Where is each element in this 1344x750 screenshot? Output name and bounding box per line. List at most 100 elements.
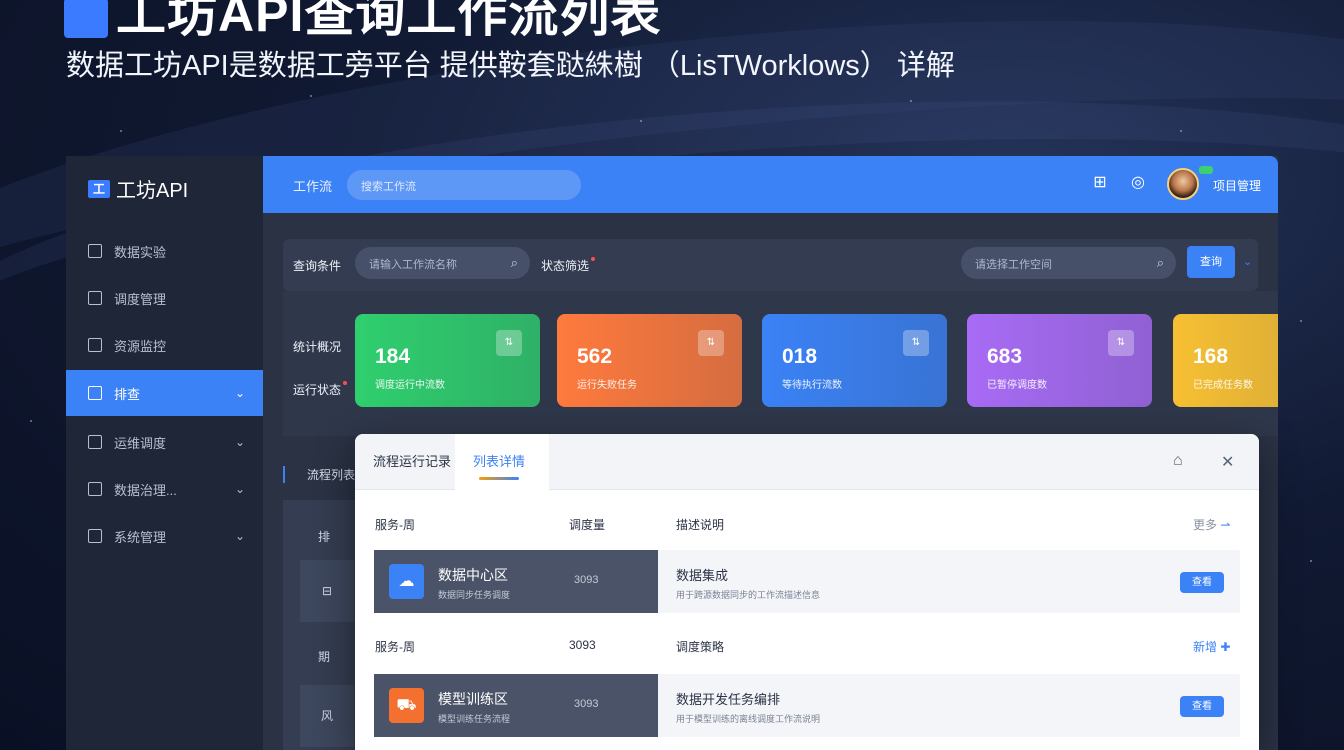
stat-value: 168 [1193,345,1229,368]
more-link[interactable]: 更多 ⇀ [1193,516,1230,533]
stat-card[interactable]: 683 已暂停调度数 ⇅ [967,314,1152,407]
tab-list-details[interactable]: 列表详情 [455,434,549,490]
sidebar-item-label: 排查 [114,386,141,402]
row-title: 模型训练区 [438,691,508,707]
row-subtitle: 模型训练任务流程 [438,714,511,724]
plus-square-icon [88,482,102,496]
view-button[interactable]: 查看 [1180,696,1224,717]
status-badge [1199,166,1213,174]
sidebar-item-label: 系统管理 [114,529,167,545]
row-title: 数据中心区 [438,567,508,583]
sidebar-item-data-lab[interactable]: 数据实验 [66,229,263,273]
sidebar-item-ops[interactable]: 运维调度 ⌄ [66,420,263,464]
required-dot [591,257,596,261]
background-star [640,120,642,122]
close-icon[interactable]: ✕ [1221,452,1234,472]
filter-label: 查询条件 [293,259,342,273]
monitor-icon [88,291,102,305]
sidebar-item-label: 调度管理 [114,291,167,307]
chevron-down-icon: ⌄ [234,482,245,496]
sidebar-item-label: 资源监控 [114,338,167,354]
sidebar-item-label: 运维调度 [114,435,167,451]
pin-icon[interactable]: ⌂ [1173,452,1183,470]
list-item[interactable]: 排 [318,528,330,545]
settings-icon [88,529,102,543]
chevron-down-icon: ⌄ [234,435,245,449]
workspace-select-input[interactable]: 请选择工作空间 ⌕ [961,247,1176,279]
chart-icon [88,338,102,352]
search-icon[interactable]: ⌕ [1157,255,1164,271]
status-filter-label: 状态筛选 [541,259,590,273]
stats-label: 统计概况 [293,340,342,354]
stats-label: 运行状态 [293,381,348,398]
background-star [120,130,122,132]
workflow-search-input[interactable]: 请输入工作流名称 ⌕ [355,247,530,279]
background-star [1180,130,1182,132]
topbar-label: 工作流 [293,179,333,194]
stat-label: 调度运行中流数 [375,380,445,391]
row-name-cell: ☁ 数据中心区 数据同步任务调度 3093 [374,550,658,613]
flow-list-box: 排 ⊟ 期 风 [283,500,355,750]
filter-bar: 查询条件 请输入工作流名称 ⌕ 状态筛选 请选择工作空间 ⌕ 查询 ⌄ [283,239,1258,291]
table-row[interactable]: ☁ 数据中心区 数据同步任务调度 3093 数据集成 用于跨源数据同步的工作流描… [374,550,1240,613]
row-description: 数据集成 [676,568,729,583]
query-button[interactable]: 查询 [1187,246,1235,278]
sidebar-item-system[interactable]: 系统管理 ⌄ [66,514,263,558]
stat-label: 已暂停调度数 [987,380,1047,391]
table-row[interactable]: ⛟ 模型训练区 模型训练任务流程 3093 数据开发任务编排 用于模型训练的离线… [374,674,1240,737]
stats-section: 统计概况 运行状态 184 调度运行中流数 ⇅ 562 运行失败任务 ⇅ 018… [283,291,1278,436]
help-icon[interactable]: ◎ [1129,174,1147,192]
user-name[interactable]: 项目管理 [1213,177,1261,194]
chart-icon: ⇅ [903,330,929,356]
column-header: 描述说明 [676,518,725,532]
page-title: 工坊API查询工作流列表 [64,0,661,46]
sidebar-item-active[interactable]: 排查 ⌄ [66,370,263,416]
flow-list-column: 流程列表 排 ⊟ 期 风 [283,456,355,750]
doc-icon [88,435,102,449]
search-icon[interactable]: ⌕ [511,255,518,271]
tab-run-records[interactable]: 流程运行记录 [355,434,469,490]
background-star [310,95,312,97]
page-subtitle: 数据工坊API是数据工旁平台 提供鞍套跶絑樹 （LisTWorklows） 详解 [66,50,955,82]
list-item[interactable]: ⊟ [300,560,354,622]
sidebar-item-monitoring[interactable]: 资源监控 [66,323,263,367]
add-link[interactable]: 新增 ✚ [1193,638,1230,655]
stat-card[interactable]: 018 等待执行流数 ⇅ [762,314,947,407]
list-item[interactable]: 期 [318,648,330,665]
column-header: 3093 [569,638,596,652]
stat-label: 等待执行流数 [782,380,842,391]
search-placeholder: 请输入工作流名称 [369,259,457,271]
calendar-icon [88,386,102,400]
background-star [1310,560,1312,562]
chevron-down-icon[interactable]: ⌄ [1243,255,1252,268]
chart-icon: ⇅ [1108,330,1134,356]
column-header: 服务-周 [375,518,415,532]
logo-mark-icon: 工 [88,179,110,198]
avatar[interactable] [1167,168,1199,200]
sidebar-item-governance[interactable]: 数据治理... ⌄ [66,467,263,511]
run-status-label: 运行状态 [293,383,342,397]
stat-card[interactable]: 562 运行失败任务 ⇅ [557,314,742,407]
select-placeholder: 请选择工作空间 [975,259,1052,271]
stat-value: 184 [375,345,411,368]
stat-label: 已完成任务数 [1193,380,1253,391]
modal-tabs: 流程运行记录 列表详情 ⌂ ✕ [355,434,1259,490]
topbar-search-input[interactable]: 搜索工作流 [347,170,581,200]
stat-value: 562 [577,345,613,368]
stat-card[interactable]: 168 已完成任务数 [1173,314,1278,407]
row-count: 3093 [574,574,599,586]
list-item[interactable]: 风 [300,685,354,747]
view-button[interactable]: 查看 [1180,572,1224,593]
top-bar: 工作流 搜索工作流 ⊞ ◎ 项目管理 [263,156,1278,213]
chart-icon: ⇅ [496,330,522,356]
background-star [30,420,32,422]
grid-icon[interactable]: ⊞ [1091,174,1109,192]
sidebar-item-label: 数据实验 [114,244,167,260]
stat-card[interactable]: 184 调度运行中流数 ⇅ [355,314,540,407]
row-subtitle: 数据同步任务调度 [438,590,511,600]
sidebar-item-scheduling[interactable]: 调度管理 [66,276,263,320]
column-header: 调度量 [569,518,606,532]
flow-list-label: 流程列表 [283,466,355,483]
workflow-detail-modal: 流程运行记录 列表详情 ⌂ ✕ 服务-周 调度量 描述说明 更多 ⇀ ☁ 数据中… [355,434,1259,750]
app-logo[interactable]: 工 工坊API [88,174,188,203]
